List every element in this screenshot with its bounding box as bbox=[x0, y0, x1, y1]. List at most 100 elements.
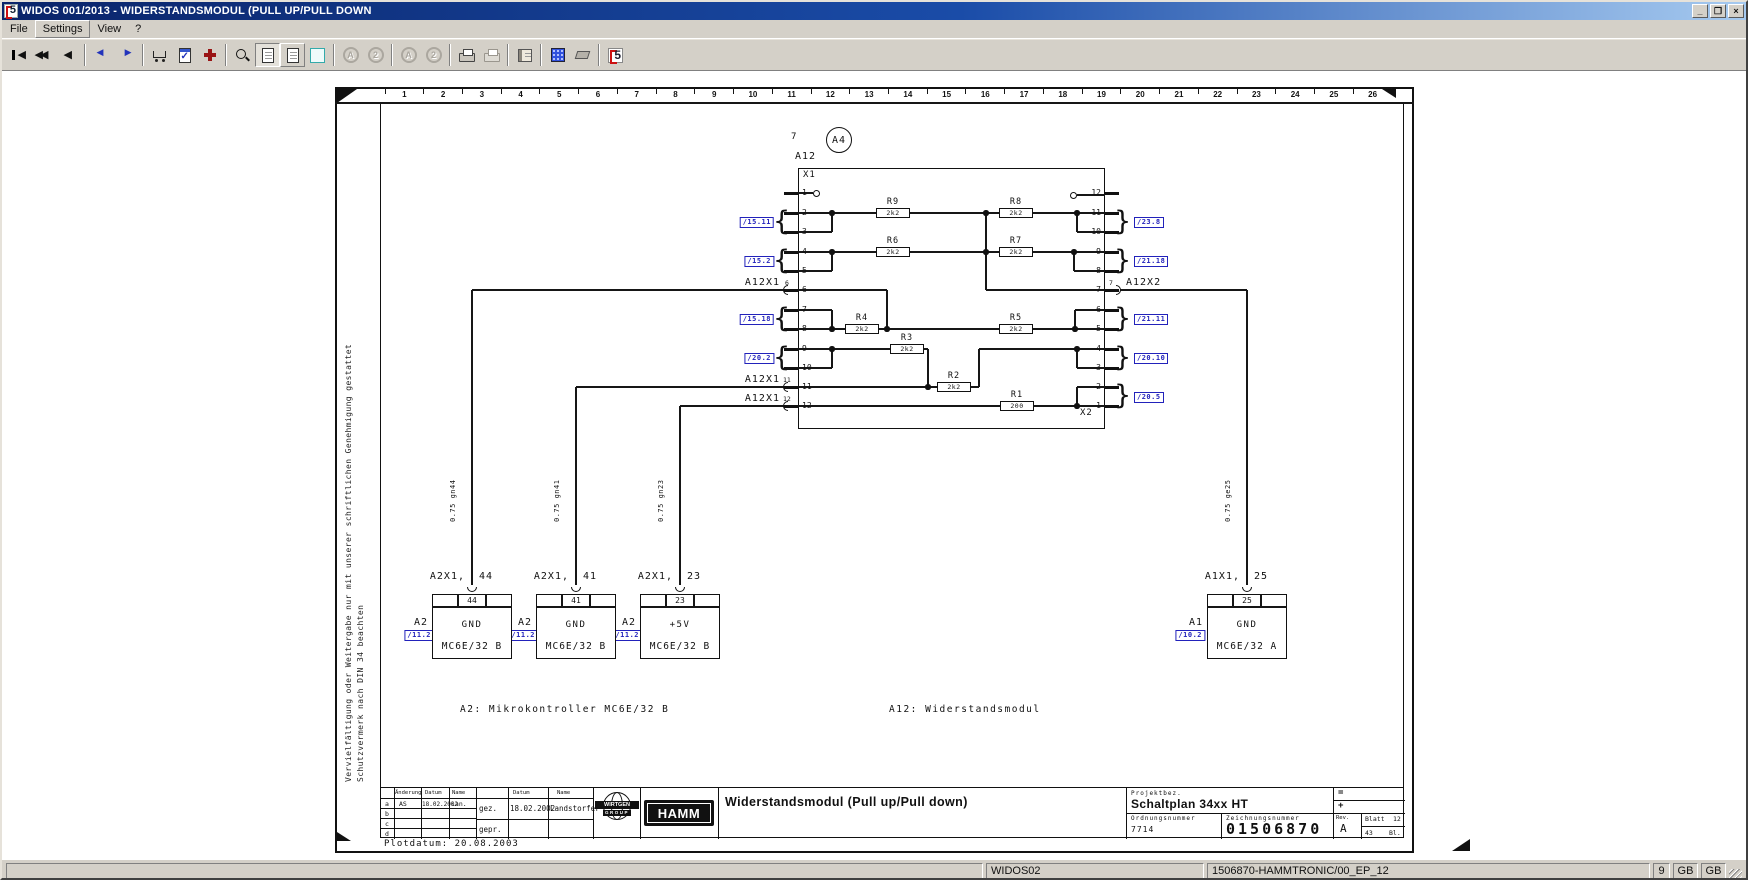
schematic-label: 25 bbox=[1254, 571, 1268, 582]
wire bbox=[575, 387, 576, 585]
toolbar-separator bbox=[449, 44, 451, 66]
cross-reference-link[interactable]: /21.18 bbox=[1134, 256, 1168, 267]
document-next-button[interactable] bbox=[114, 43, 139, 67]
documentation-button[interactable] bbox=[512, 43, 537, 67]
cross-reference-link[interactable]: /15.11 bbox=[740, 217, 774, 228]
cross-reference-link[interactable]: /21.11 bbox=[1134, 314, 1168, 325]
redline-button[interactable] bbox=[197, 43, 222, 67]
ruler-number: 15 bbox=[927, 90, 966, 101]
resistor-R8-body: 2k2 bbox=[999, 208, 1033, 218]
maximize-button[interactable]: ❐ bbox=[1710, 4, 1726, 18]
pin-number: 12 bbox=[1084, 188, 1101, 197]
menu-settings[interactable]: Settings bbox=[35, 20, 91, 38]
pin-pair-brace: { bbox=[773, 342, 790, 374]
print-all-button[interactable] bbox=[479, 43, 504, 67]
device-signal: GND bbox=[1207, 620, 1287, 630]
cross-icon bbox=[203, 48, 217, 62]
print-2-button[interactable]: 2 bbox=[421, 43, 446, 67]
cross-reference-link[interactable]: /11.2 bbox=[612, 630, 642, 641]
wire-label: 0.75 gn23 bbox=[657, 480, 667, 522]
status-panel-lang-2: GB bbox=[1701, 863, 1726, 880]
print-a-button[interactable]: A bbox=[396, 43, 421, 67]
ruler-baseline bbox=[335, 102, 1414, 103]
schematic-label: A1 bbox=[1189, 617, 1203, 628]
order-cart-button[interactable] bbox=[147, 43, 172, 67]
resistor-R2-body: 2k2 bbox=[937, 382, 971, 392]
toolbar-separator bbox=[142, 44, 144, 66]
cross-reference-link[interactable]: /23.8 bbox=[1134, 217, 1164, 228]
cross-reference-link[interactable]: /20.5 bbox=[1134, 392, 1164, 403]
ruler-number: 7 bbox=[617, 90, 656, 101]
cross-reference-link[interactable]: /15.18 bbox=[740, 314, 774, 325]
background-button[interactable] bbox=[545, 43, 570, 67]
sheet-back-fast-button[interactable] bbox=[31, 43, 56, 67]
junction-dot bbox=[983, 210, 988, 215]
wire bbox=[1076, 213, 1077, 232]
page-view-button[interactable] bbox=[280, 43, 305, 67]
window-title: WIDOS 001/2013 - WIDERSTANDSMODUL (PULL … bbox=[21, 5, 1689, 17]
zoom-icon bbox=[235, 48, 250, 63]
document-previous-button[interactable] bbox=[89, 43, 114, 67]
wire bbox=[472, 289, 784, 290]
wire-label: 0.75 gn44 bbox=[449, 480, 459, 522]
ruler-number: 6 bbox=[579, 90, 618, 101]
menu-file[interactable]: File bbox=[3, 21, 35, 37]
ruler-number: 20 bbox=[1121, 90, 1160, 101]
resistor-R2-name: R2 bbox=[937, 371, 971, 381]
minimize-button[interactable]: _ bbox=[1692, 4, 1708, 18]
wire bbox=[679, 406, 680, 585]
status-panel-server: WIDOS02 bbox=[986, 863, 1204, 880]
wire bbox=[798, 289, 887, 290]
schematic-label: A2X1, bbox=[638, 571, 673, 582]
print-button[interactable] bbox=[454, 43, 479, 67]
widos-logo-button[interactable] bbox=[603, 43, 628, 67]
circ2-icon: 2 bbox=[426, 47, 442, 63]
menu-view[interactable]: View bbox=[90, 21, 128, 37]
toolbar-separator bbox=[391, 44, 393, 66]
pin-pair-brace: { bbox=[773, 245, 790, 277]
junction-dot bbox=[1071, 249, 1076, 254]
cross-reference-link[interactable]: /15.2 bbox=[744, 256, 774, 267]
eraser-button[interactable] bbox=[570, 43, 595, 67]
cross-reference-link[interactable]: /11.2 bbox=[508, 630, 538, 641]
pin-number: 8 bbox=[802, 324, 807, 333]
resistor-R9-body: 2k2 bbox=[876, 208, 910, 218]
cross-reference-link[interactable]: /20.2 bbox=[744, 353, 774, 364]
copyright-margin-text: Schutzvermerk nach DIN 34 beachten bbox=[356, 605, 366, 782]
zoom-a-button[interactable]: A bbox=[338, 43, 363, 67]
selection-frame-button[interactable] bbox=[305, 43, 330, 67]
close-button[interactable]: × bbox=[1728, 4, 1744, 18]
toolbar-separator bbox=[225, 44, 227, 66]
pin-number: 2 bbox=[802, 208, 807, 217]
drawing-sheet[interactable]: Änderung Datum Name a b c d AS 18.02.200… bbox=[2, 71, 1746, 859]
menu-help[interactable]: ? bbox=[128, 21, 148, 37]
cross-reference-link[interactable]: /11.2 bbox=[404, 630, 434, 641]
parts-list-button[interactable] bbox=[172, 43, 197, 67]
schematic-label: 6 bbox=[785, 279, 789, 287]
ruler-number: 14 bbox=[888, 90, 927, 101]
schematic-label: 41 bbox=[583, 571, 597, 582]
pin-number: 3 bbox=[1084, 363, 1101, 372]
pin-number: 11 bbox=[802, 382, 812, 391]
zoom-2-button[interactable]: 2 bbox=[363, 43, 388, 67]
schematic-label: X1 bbox=[803, 170, 816, 180]
fit-page-button[interactable] bbox=[255, 43, 280, 67]
resize-grip[interactable] bbox=[1729, 869, 1742, 880]
bluegrid-icon bbox=[551, 48, 565, 62]
device-signal: GND bbox=[536, 620, 616, 630]
cross-reference-link[interactable]: /20.10 bbox=[1134, 353, 1168, 364]
sheet-back-button[interactable] bbox=[56, 43, 81, 67]
junction-dot bbox=[925, 384, 930, 389]
pin-number: 2 bbox=[1084, 382, 1101, 391]
sheet-first-button[interactable] bbox=[6, 43, 31, 67]
zoom-button[interactable] bbox=[230, 43, 255, 67]
schematic-label: A12: Widerstandsmodul bbox=[889, 704, 1041, 715]
resistor-R9-name: R9 bbox=[876, 197, 910, 207]
check-icon bbox=[179, 48, 191, 63]
open-terminal bbox=[813, 190, 820, 197]
junction-dot bbox=[829, 210, 834, 215]
cross-reference-link[interactable]: /10.2 bbox=[1175, 630, 1205, 641]
toolbar-separator bbox=[598, 44, 600, 66]
module-location-circle: A4 bbox=[826, 127, 852, 153]
ruler-number: 8 bbox=[656, 90, 695, 101]
